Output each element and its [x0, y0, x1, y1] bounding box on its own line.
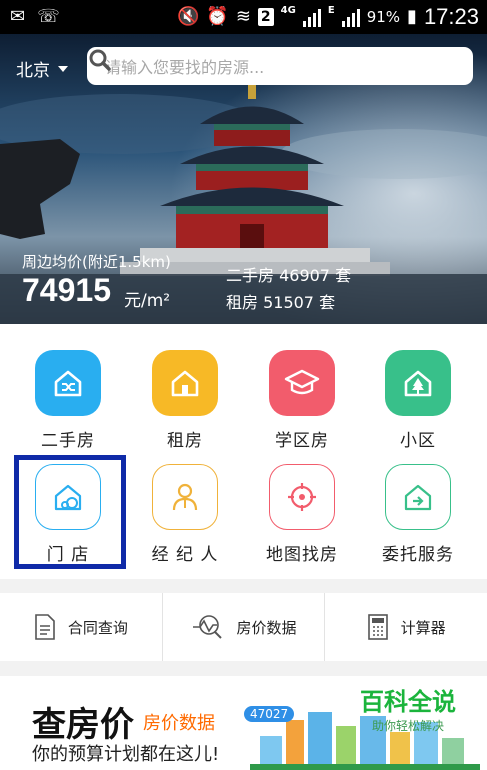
hero-banner[interactable]: 北京 请输入您要找的房源... 周边均价(附近1.5km) 74915 元/m²…	[0, 34, 487, 324]
highlight-frame	[14, 455, 126, 569]
listing-count-badge: 47027	[244, 706, 295, 722]
clock: 17:23	[423, 4, 479, 29]
banner-title: 查房价	[32, 705, 134, 745]
city-label: 北京	[16, 61, 50, 81]
tools-bar: 合同查询 房价数据 计算器	[0, 593, 487, 661]
map-search-button[interactable]: 地图找房	[247, 464, 357, 565]
watermark-tagline: 助你轻松解决	[371, 719, 444, 733]
search-placeholder: 请输入您要找的房源...	[105, 58, 265, 77]
price-chart-icon	[192, 615, 222, 639]
watermark-title: 百科全说	[360, 688, 456, 716]
missed-call-icon: ☏	[37, 6, 60, 27]
caret-down-icon	[58, 65, 68, 72]
battery-level: 91%	[366, 8, 401, 26]
tool-label: 房价数据	[236, 618, 297, 637]
community-button[interactable]: 小区	[363, 350, 473, 451]
average-price-value: 74915	[22, 272, 111, 308]
secondhand-count: 二手房 46907 套	[226, 266, 352, 285]
alarm-icon: ⏰	[206, 6, 229, 27]
network-type: 4G	[280, 5, 296, 16]
tool-label: 合同查询	[67, 618, 128, 637]
average-price-unit: 元/m²	[124, 291, 171, 311]
signal-2-icon	[341, 7, 360, 27]
signal-icon	[302, 7, 321, 27]
tile-label: 学区房	[275, 431, 329, 451]
watermark: 百科全说 助你轻松解决	[346, 682, 470, 734]
rent-count: 租房 51507 套	[226, 293, 336, 312]
house-icon	[152, 350, 218, 416]
graduation-cap-icon	[269, 350, 335, 416]
search-icon	[89, 49, 111, 71]
wifi-icon: ≋	[235, 6, 251, 27]
mute-icon: 🔇	[176, 6, 200, 27]
entrust-house-icon	[385, 464, 451, 530]
secondhand-house-button[interactable]: 二手房	[13, 350, 123, 451]
calculator-icon	[367, 614, 388, 640]
entrust-service-button[interactable]: 委托服务	[363, 464, 473, 565]
status-bar: ✉ ☏ 🔇 ⏰ ≋ 2 4G E 91% ▮ 17:23	[0, 0, 487, 34]
price-data-button[interactable]: 房价数据	[161, 593, 325, 661]
contract-doc-icon	[35, 614, 55, 640]
tile-label: 小区	[400, 431, 436, 451]
battery-icon: ▮	[407, 6, 417, 27]
school-district-button[interactable]: 学区房	[247, 350, 357, 451]
tile-label: 委托服务	[382, 545, 454, 565]
agent-button[interactable]: 经 纪 人	[130, 464, 240, 565]
tile-label: 二手房	[41, 431, 95, 451]
average-price-label: 周边均价(附近1.5km)	[22, 253, 171, 271]
mail-icon: ✉	[10, 6, 26, 27]
agent-icon	[152, 464, 218, 530]
tile-label: 经 纪 人	[151, 545, 219, 565]
tile-label: 租房	[167, 431, 203, 451]
contract-query-button[interactable]: 合同查询	[0, 593, 162, 661]
tool-label: 计算器	[400, 618, 446, 637]
sim-indicator: 2	[257, 8, 274, 26]
shuffle-house-icon	[35, 350, 101, 416]
search-input[interactable]: 请输入您要找的房源...	[87, 47, 473, 85]
price-check-banner[interactable]: 查房价 房价数据 你的预算计划都在这儿! 47027 百科全说 助你轻松解决	[0, 676, 487, 770]
rent-button[interactable]: 租房	[130, 350, 240, 451]
tile-label: 地图找房	[266, 545, 338, 565]
sim2-network-type: E	[327, 5, 335, 16]
tree-house-icon	[385, 350, 451, 416]
city-selector[interactable]: 北京	[16, 56, 68, 81]
banner-description: 你的预算计划都在这儿!	[32, 744, 220, 765]
banner-subtitle: 房价数据	[143, 713, 215, 734]
calculator-button[interactable]: 计算器	[324, 593, 487, 661]
map-target-icon	[269, 464, 335, 530]
